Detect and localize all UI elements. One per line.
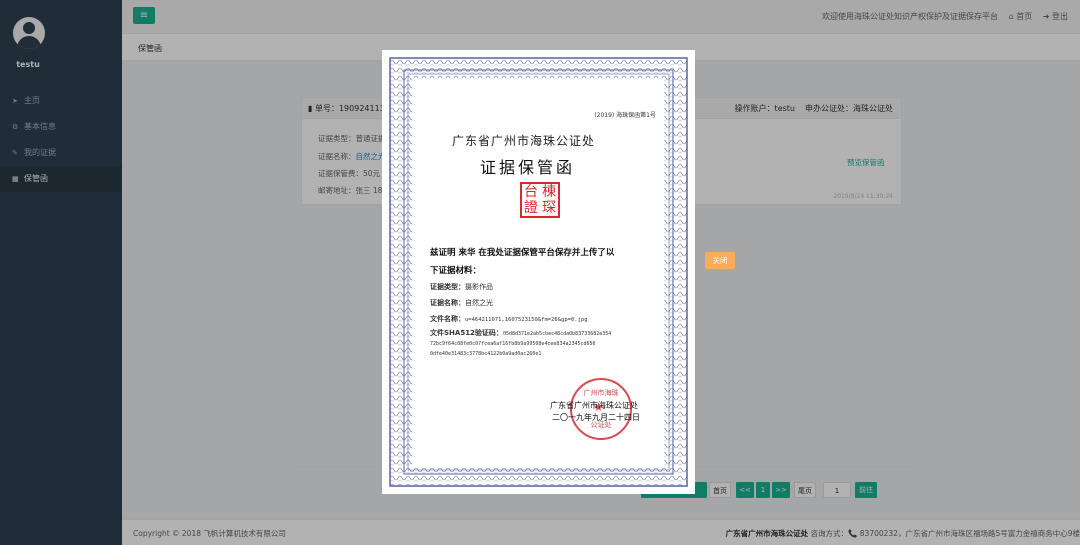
- cert-file-value: u=464211071,1607523150&fm=26&gp=0.jpg: [465, 317, 588, 323]
- cert-hash-line-2: 72bc9f64c08fe0c07fcea6af16fb8b9a99508e4c…: [430, 341, 596, 347]
- cert-type-label: 证据类型：: [430, 283, 465, 291]
- cert-file-label: 文件名称：: [430, 315, 465, 323]
- cert-hash-line-3: 0dfe40e31483c3778bc4122b0a9ad0ac260e1: [430, 351, 542, 357]
- sign-date: 二〇一九年九月二十四日: [552, 413, 640, 422]
- intro-line-2: 下证据材料：: [430, 266, 482, 276]
- cert-hash-label: 文件SHA512验证码：: [430, 329, 503, 337]
- cert-hash-line-1: 05d8d371e2ab5cbec48cda0b83733682e354: [502, 331, 612, 337]
- seal-stamp-icon: 台棟證琛: [520, 182, 560, 218]
- doc-number: (2019) 海珠保函第1号: [594, 112, 656, 119]
- stamp-char: 證: [524, 200, 538, 216]
- seal-text: 广州市海珠: [583, 389, 619, 397]
- certificate-image: (2019) 海珠保函第1号 广东省广州市海珠公证处 证据保管函 台棟證琛 兹证…: [382, 50, 695, 494]
- sign-office: 广东省广州市海珠公证处: [550, 401, 638, 410]
- certificate-office: 广东省广州市海珠公证处: [452, 134, 596, 148]
- stamp-char: 棟: [542, 184, 556, 200]
- cert-name-value: 自然之光: [465, 299, 493, 307]
- stamp-char: 台: [524, 184, 538, 200]
- cert-name-label: 证据名称：: [430, 299, 465, 307]
- stamp-char: 琛: [542, 200, 556, 216]
- close-button[interactable]: 关闭: [705, 252, 735, 269]
- certificate-title: 证据保管函: [480, 158, 576, 177]
- cert-type-value: 摄影作品: [465, 283, 493, 291]
- certificate-body: (2019) 海珠保函第1号 广东省广州市海珠公证处 证据保管函 台棟證琛 兹证…: [412, 78, 664, 466]
- intro-line-1: 兹证明 来华 在我处证据保管平台保存并上传了以: [430, 248, 615, 258]
